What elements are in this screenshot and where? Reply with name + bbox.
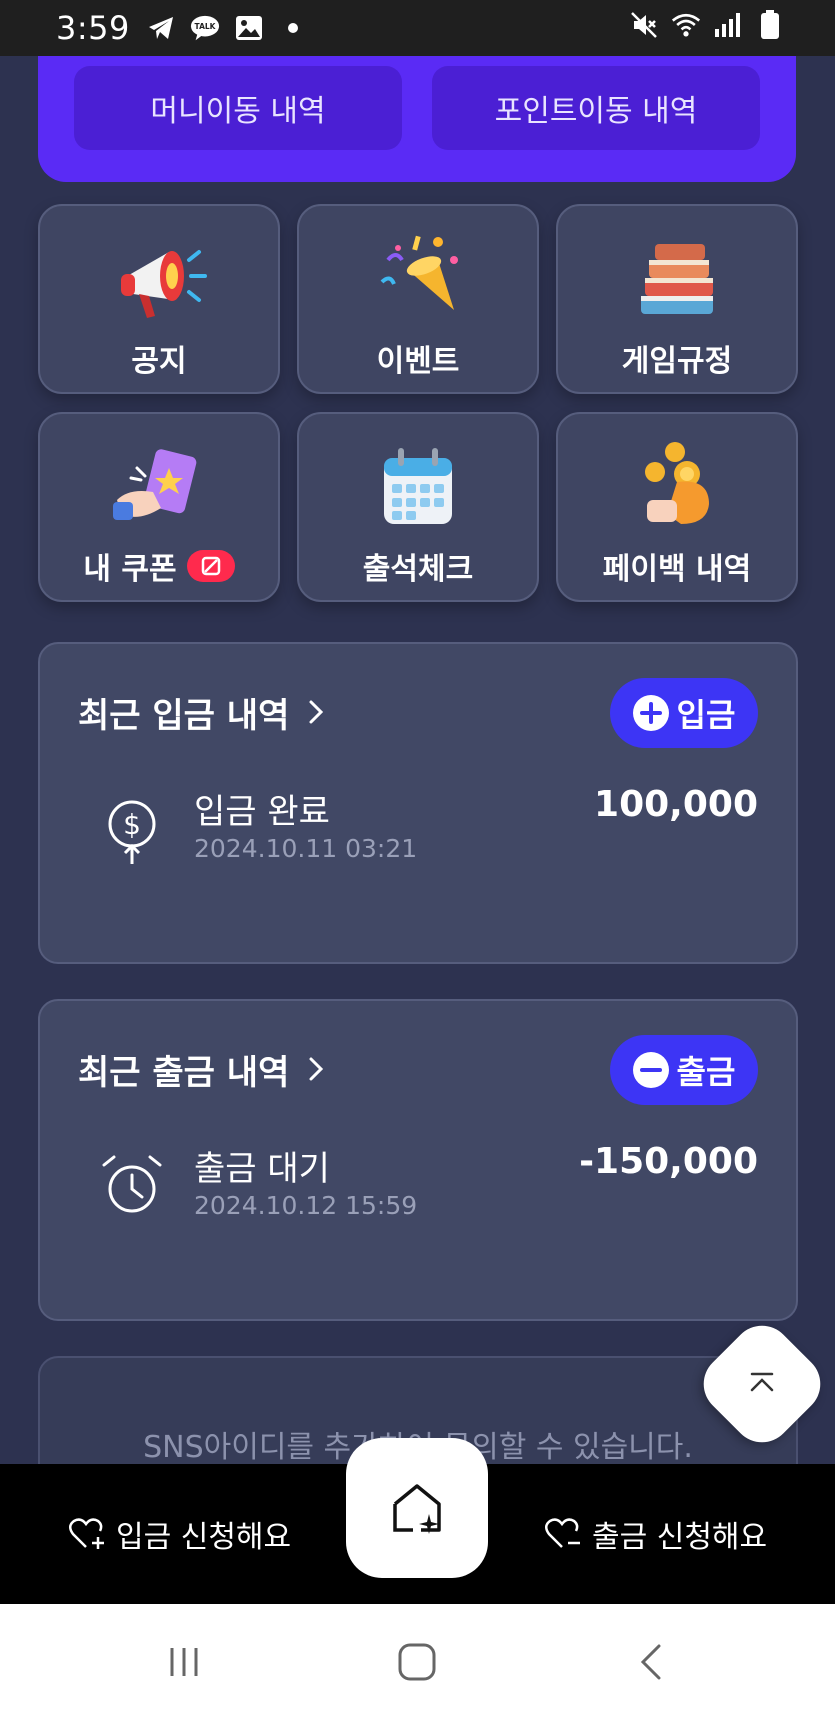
telegram-icon xyxy=(146,13,176,43)
coins-hand-icon xyxy=(645,442,709,524)
back-icon[interactable] xyxy=(632,1642,672,1682)
chevron-right-icon[interactable] xyxy=(306,698,326,726)
plus-icon xyxy=(632,695,669,731)
recent-apps-icon[interactable] xyxy=(164,1642,204,1682)
party-popper-icon xyxy=(380,235,458,310)
chevron-right-icon[interactable] xyxy=(306,1055,326,1083)
coupon-count-badge xyxy=(186,550,235,582)
money-transfer-history-button[interactable]: 머니이동 내역 xyxy=(74,66,402,150)
tile-label: 이벤트 xyxy=(376,344,460,379)
deposit-request-link[interactable]: 입금 신청해요 xyxy=(68,1512,291,1556)
tile-label: 내 쿠폰 xyxy=(83,552,177,587)
withdraw-request-label: 출금 신청해요 xyxy=(592,1520,768,1555)
coupon-zero-icon xyxy=(201,556,220,576)
home-nav-icon[interactable] xyxy=(397,1642,437,1682)
coupon-icon xyxy=(113,449,197,520)
gallery-icon xyxy=(234,13,264,43)
tile-attendance-check[interactable]: 출석체크 xyxy=(297,412,539,602)
svg-text:$: $ xyxy=(123,808,141,841)
heart-minus-icon xyxy=(545,1518,580,1548)
calendar-icon xyxy=(384,448,452,524)
deposit-request-label: 입금 신청해요 xyxy=(116,1520,292,1555)
mute-icon xyxy=(629,10,659,40)
tile-game-rules[interactable]: 게임규정 xyxy=(556,204,798,394)
deposit-button-label: 입금 xyxy=(676,696,736,734)
tile-label: 출석체크 xyxy=(362,552,474,587)
talk-icon: TALK xyxy=(190,13,220,43)
balance-panel: 머니이동 내역 포인트이동 내역 xyxy=(38,56,796,182)
withdraw-date: 2024.10.12 15:59 xyxy=(194,1191,418,1220)
status-time: 3:59 xyxy=(56,9,130,47)
home-button[interactable] xyxy=(346,1438,488,1578)
withdraw-button[interactable]: 출금 xyxy=(610,1035,758,1105)
recent-deposit-card: 최근 입금 내역 입금 $ 입금 완료 2024.10.11 03:21 100… xyxy=(38,642,798,964)
money-up-icon: $ xyxy=(108,800,156,864)
minus-icon xyxy=(632,1052,669,1088)
recent-withdraw-title[interactable]: 최근 출금 내역 xyxy=(78,1045,289,1094)
withdraw-button-label: 출금 xyxy=(676,1053,736,1091)
battery-icon xyxy=(755,10,785,40)
arrow-up-icon xyxy=(750,1372,774,1392)
withdraw-request-link[interactable]: 출금 신청해요 xyxy=(544,1512,767,1556)
deposit-status: 입금 완료 xyxy=(194,792,330,832)
recent-deposit-title[interactable]: 최근 입금 내역 xyxy=(78,688,289,737)
signal-icon xyxy=(713,10,743,40)
recent-withdraw-card: 최근 출금 내역 출금 출금 대기 2024.10.12 15:59 -150,… xyxy=(38,999,798,1321)
dot-icon xyxy=(278,13,308,43)
heart-plus-icon xyxy=(69,1518,104,1549)
tile-payback-history[interactable]: 페이백 내역 xyxy=(556,412,798,602)
tile-label: 게임규정 xyxy=(621,344,733,379)
system-nav-bar xyxy=(0,1604,835,1716)
deposit-date: 2024.10.11 03:21 xyxy=(194,834,418,863)
withdraw-amount: -150,000 xyxy=(579,1141,758,1182)
status-bar: 3:59 TALK xyxy=(0,0,835,56)
withdraw-status: 출금 대기 xyxy=(194,1149,330,1189)
deposit-amount: 100,000 xyxy=(594,784,758,825)
tile-my-coupon[interactable]: 내 쿠폰 xyxy=(38,412,280,602)
tile-label: 페이백 내역 xyxy=(602,552,752,587)
home-icon xyxy=(393,1484,441,1534)
tile-notice[interactable]: 공지 xyxy=(38,204,280,394)
svg-text:TALK: TALK xyxy=(194,22,216,31)
deposit-button[interactable]: 입금 xyxy=(610,678,758,748)
alarm-clock-icon xyxy=(102,1155,162,1213)
tile-label: 공지 xyxy=(131,344,187,379)
megaphone-icon xyxy=(121,250,207,318)
tile-event[interactable]: 이벤트 xyxy=(297,204,539,394)
books-icon xyxy=(641,244,713,314)
wifi-icon xyxy=(671,10,701,40)
point-transfer-history-button[interactable]: 포인트이동 내역 xyxy=(432,66,760,150)
